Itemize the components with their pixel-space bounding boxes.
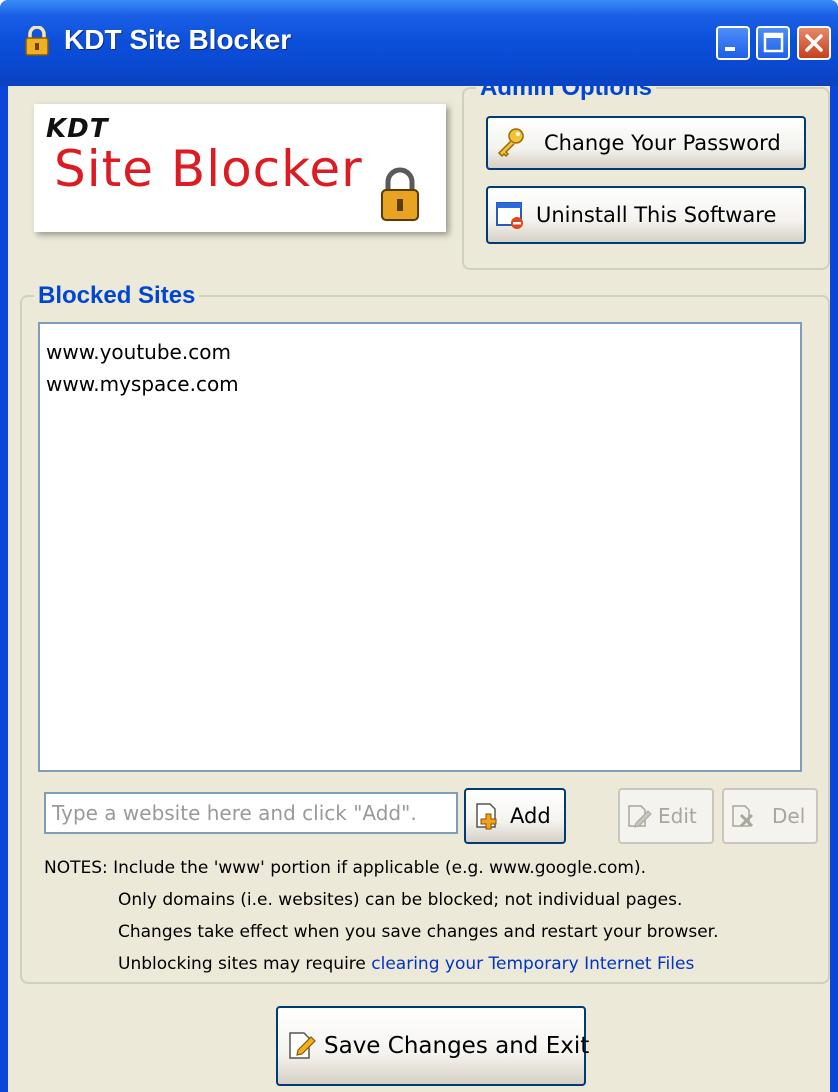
logo-product-text: Site Blocker <box>54 140 363 198</box>
notes-line: NOTES: Include the 'www' portion if appl… <box>44 858 647 878</box>
window-title: KDT Site Blocker <box>64 24 292 55</box>
client-area: KDT Site Blocker Admin Options Change Yo… <box>8 74 830 1092</box>
notes-line4-text: Unblocking sites may require <box>118 954 372 974</box>
uninstall-label: Uninstall This Software <box>536 203 777 227</box>
list-item[interactable]: www.myspace.com <box>46 368 794 400</box>
website-input[interactable] <box>44 792 458 834</box>
save-and-exit-button[interactable]: Save Changes and Exit <box>276 1006 590 1086</box>
notes-line: Unblocking sites may require clearing yo… <box>44 948 824 980</box>
blocked-sites-legend: Blocked Sites <box>38 282 196 309</box>
minimize-button[interactable] <box>716 26 750 60</box>
del-label: Del <box>772 804 806 828</box>
change-password-label: Change Your Password <box>544 131 781 155</box>
edit-label: Edit <box>658 804 697 828</box>
padlock-icon <box>24 25 50 56</box>
product-logo: KDT Site Blocker <box>34 104 446 232</box>
change-password-button[interactable]: Change Your Password <box>486 116 806 170</box>
maximize-button[interactable] <box>756 26 790 60</box>
delete-button[interactable]: Del <box>722 788 818 844</box>
close-button[interactable] <box>797 26 831 60</box>
delete-icon <box>730 803 756 829</box>
blocked-sites-list[interactable]: www.youtube.com www.myspace.com <box>38 322 802 772</box>
admin-options-legend: Admin Options <box>480 74 652 101</box>
edit-icon <box>626 803 652 829</box>
save-and-exit-label: Save Changes and Exit <box>324 1033 590 1059</box>
add-page-icon <box>472 801 502 831</box>
uninstall-button[interactable]: Uninstall This Software <box>486 186 806 244</box>
edit-button[interactable]: Edit <box>618 788 714 844</box>
notes-text: NOTES: Include the 'www' portion if appl… <box>44 852 824 980</box>
app-window: KDT Site Blocker KDT Site Blocker Admin … <box>0 0 838 1092</box>
add-button[interactable]: Add <box>464 788 566 844</box>
notes-line: Changes take effect when you save change… <box>118 922 719 942</box>
uninstall-icon <box>494 199 526 231</box>
list-item[interactable]: www.youtube.com <box>46 336 794 368</box>
notes-line: Only domains (i.e. websites) can be bloc… <box>118 890 683 910</box>
save-page-icon <box>286 1030 318 1062</box>
clear-temp-files-link[interactable]: clearing your Temporary Internet Files <box>371 954 694 974</box>
add-label: Add <box>510 804 551 828</box>
logo-padlock-icon <box>376 166 424 224</box>
key-icon <box>494 126 528 160</box>
